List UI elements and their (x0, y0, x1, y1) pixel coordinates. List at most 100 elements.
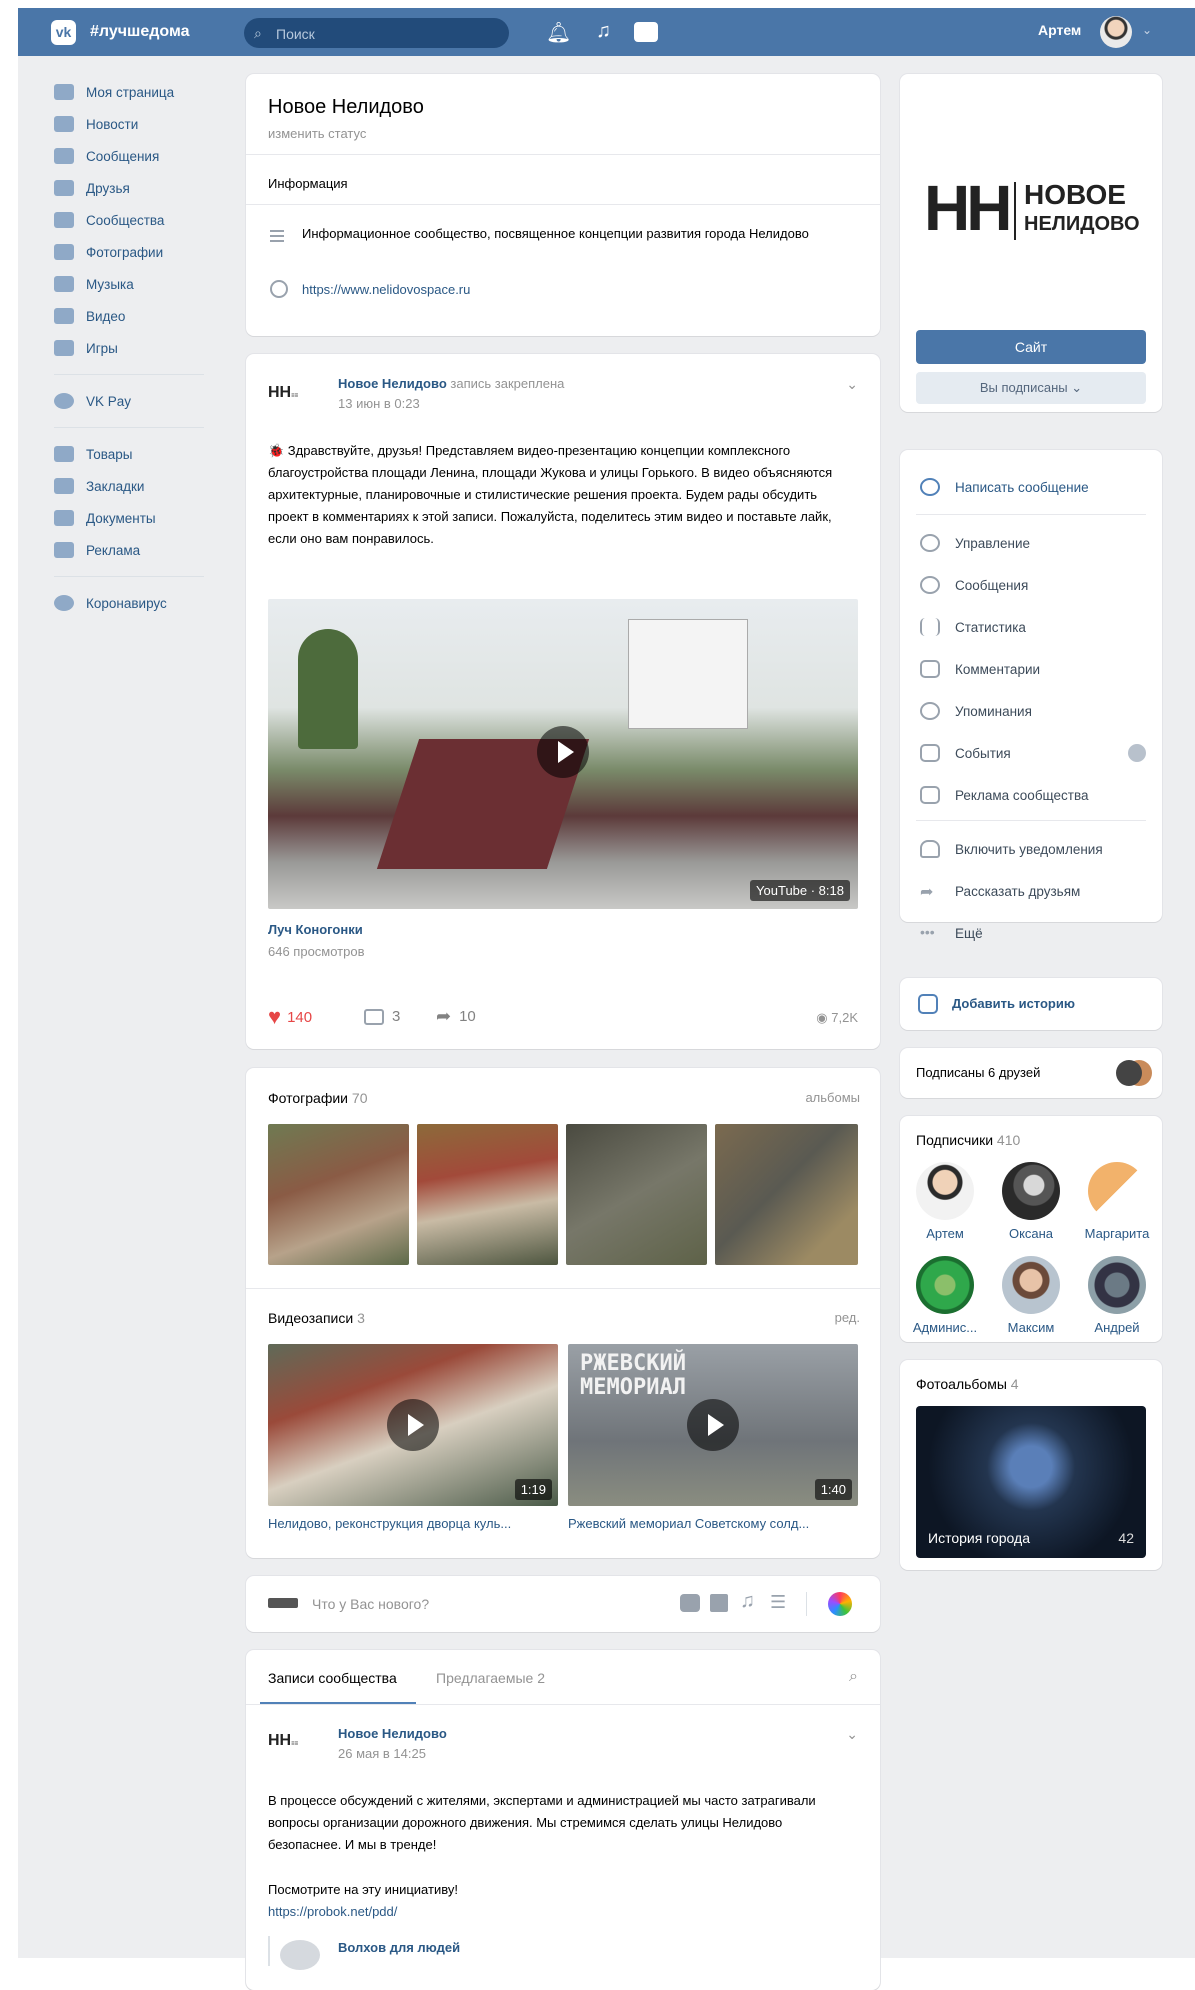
menu-item-comments[interactable]: Комментарии (920, 660, 1040, 678)
author-avatar-logo[interactable]: НН≡≡ (268, 384, 322, 408)
comment-button[interactable]: 3 (364, 1008, 400, 1025)
photo-thumbnail[interactable] (715, 1124, 858, 1265)
video-title[interactable]: Ржевский мемориал Советскому солд... (568, 1516, 858, 1531)
menu-item-statistics[interactable]: Статистика (920, 618, 1026, 636)
composer-placeholder[interactable]: Что у Вас нового? (312, 1596, 429, 1612)
like-button[interactable]: ♥ 140 (268, 1004, 312, 1030)
chevron-down-icon[interactable]: ⌄ (1142, 23, 1152, 37)
photo-thumbnail[interactable] (417, 1124, 558, 1265)
vk-logo[interactable]: vk (51, 20, 76, 45)
friends-subscribed-card[interactable]: Подписаны 6 друзей (900, 1048, 1162, 1098)
play-icon[interactable] (687, 1399, 739, 1451)
repost-author[interactable]: Волхов для людей (338, 1940, 460, 1955)
videos-title[interactable]: Видеозаписи 3 (268, 1310, 365, 1326)
post-author[interactable]: Новое Нелидово (338, 1726, 447, 1741)
follower-name[interactable]: Оксана (986, 1226, 1076, 1241)
avatar[interactable] (1088, 1162, 1146, 1220)
status-placeholder[interactable]: изменить статус (268, 126, 366, 141)
menu-item-ads[interactable]: Реклама сообщества (920, 786, 1088, 804)
post-author[interactable]: Новое Нелидово (338, 376, 447, 391)
post-date[interactable]: 13 июн в 0:23 (338, 396, 420, 411)
video-thumbnail[interactable]: YouTube · 8:18 (268, 599, 858, 909)
nav-item-my-page[interactable]: Моя страница (54, 76, 234, 108)
photo-thumbnail[interactable] (268, 1124, 409, 1265)
bell-icon[interactable]: 🔔︎ (546, 20, 571, 45)
music-icon[interactable]: ♫ (740, 1590, 755, 1613)
building-shape (628, 619, 748, 729)
album-cover[interactable]: История города 42 (916, 1406, 1146, 1558)
wall-card: Записи сообщества Предлагаемые 2 ⌕ НН≡≡ … (246, 1650, 880, 1990)
text-format-icon[interactable]: ☰ (770, 1592, 786, 1613)
tab-community-posts[interactable]: Записи сообщества (268, 1670, 397, 1686)
nav-item-news[interactable]: Новости (54, 108, 234, 140)
nav-item-bookmarks[interactable]: Закладки (54, 470, 234, 502)
menu-item-notifications[interactable]: Включить уведомления (920, 840, 1103, 858)
avatar[interactable] (1002, 1256, 1060, 1314)
play-icon[interactable] (537, 726, 589, 778)
nav-item-friends[interactable]: Друзья (54, 172, 234, 204)
nav-item-documents[interactable]: Документы (54, 502, 234, 534)
camera-icon[interactable] (680, 1594, 700, 1612)
post-date[interactable]: 26 мая в 14:25 (338, 1746, 426, 1761)
nav-item-photos[interactable]: Фотографии (54, 236, 234, 268)
write-message-button[interactable]: Написать сообщение (920, 478, 1089, 496)
search-icon[interactable]: ⌕ (849, 1668, 858, 1686)
music-icon[interactable]: ♫ (596, 20, 611, 43)
video-thumbnail[interactable]: РЖЕВСКИЙ МЕМОРИАЛ 1:40 (568, 1344, 858, 1506)
avatar[interactable] (916, 1256, 974, 1314)
chevron-down-icon[interactable]: ⌄ (846, 376, 858, 393)
follower-name[interactable]: Максим (986, 1320, 1076, 1335)
follower-name[interactable]: Артем (900, 1226, 990, 1241)
brand-hashtag[interactable]: #лучшедома (90, 23, 190, 41)
nav-item-video[interactable]: Видео (54, 300, 234, 332)
post-composer[interactable]: Что у Вас нового? ♫ ☰ (246, 1576, 880, 1632)
albums-title[interactable]: Фотоальбомы 4 (916, 1376, 1019, 1392)
site-button[interactable]: Сайт (916, 330, 1146, 364)
nav-item-goods[interactable]: Товары (54, 438, 234, 470)
video-icon[interactable] (634, 22, 658, 42)
website-link[interactable]: https://www.nelidovospace.ru (302, 282, 470, 297)
nav-item-vkpay[interactable]: VK Pay (54, 385, 234, 417)
menu-item-share[interactable]: ➦ Рассказать друзьям (920, 882, 1080, 902)
followers-title[interactable]: Подписчики 410 (916, 1132, 1020, 1148)
albums-card: Фотоальбомы 4 История города 42 (900, 1360, 1162, 1570)
menu-item-mentions[interactable]: Упоминания (920, 702, 1032, 720)
video-thumbnail[interactable]: 1:19 (268, 1344, 558, 1506)
tab-suggested[interactable]: Предлагаемые 2 (436, 1670, 545, 1686)
nav-item-messages[interactable]: Сообщения (54, 140, 234, 172)
nav-item-coronavirus[interactable]: Коронавирус (54, 587, 234, 619)
avatar[interactable] (1002, 1162, 1060, 1220)
nav-item-games[interactable]: Игры (54, 332, 234, 364)
search-input[interactable]: ⌕ Поиск (244, 18, 509, 48)
video-icon[interactable] (710, 1594, 728, 1612)
user-name[interactable]: Артем (1038, 22, 1081, 38)
menu-item-events[interactable]: События (920, 744, 1146, 762)
poster-icon[interactable] (828, 1592, 852, 1616)
chevron-down-icon[interactable]: ⌄ (846, 1726, 858, 1743)
video-title[interactable]: Нелидово, реконструкция дворца куль... (268, 1516, 558, 1531)
follower-name[interactable]: Андрей (1072, 1320, 1162, 1335)
subscribed-button[interactable]: Вы подписаны ⌄ (916, 372, 1146, 404)
follower-name[interactable]: Маргарита (1072, 1226, 1162, 1241)
avatar[interactable] (916, 1162, 974, 1220)
follower-name[interactable]: Админис... (900, 1320, 990, 1335)
video-title[interactable]: Луч Коногонки (268, 922, 363, 937)
menu-item-management[interactable]: Управление (920, 534, 1030, 552)
post-link[interactable]: https://probok.net/pdd/ (268, 1904, 397, 1919)
author-avatar-logo[interactable]: НН≡≡ (268, 1732, 322, 1756)
nav-item-music[interactable]: Музыка (54, 268, 234, 300)
play-icon[interactable] (387, 1399, 439, 1451)
videos-edit-link[interactable]: ред. (835, 1310, 860, 1325)
avatar[interactable] (1100, 16, 1132, 48)
nav-item-ads[interactable]: Реклама (54, 534, 234, 566)
avatar[interactable] (1088, 1256, 1146, 1314)
photos-title[interactable]: Фотографии 70 (268, 1090, 367, 1106)
menu-item-more[interactable]: ••• Ещё (920, 924, 983, 942)
share-button[interactable]: ➦ 10 (436, 1006, 476, 1027)
nav-item-communities[interactable]: Сообщества (54, 204, 234, 236)
add-story-card[interactable]: Добавить историю (900, 978, 1162, 1030)
albums-link[interactable]: альбомы (805, 1090, 860, 1105)
menu-item-messages[interactable]: Сообщения (920, 576, 1028, 594)
repost-avatar[interactable] (280, 1940, 320, 1970)
photo-thumbnail[interactable] (566, 1124, 707, 1265)
